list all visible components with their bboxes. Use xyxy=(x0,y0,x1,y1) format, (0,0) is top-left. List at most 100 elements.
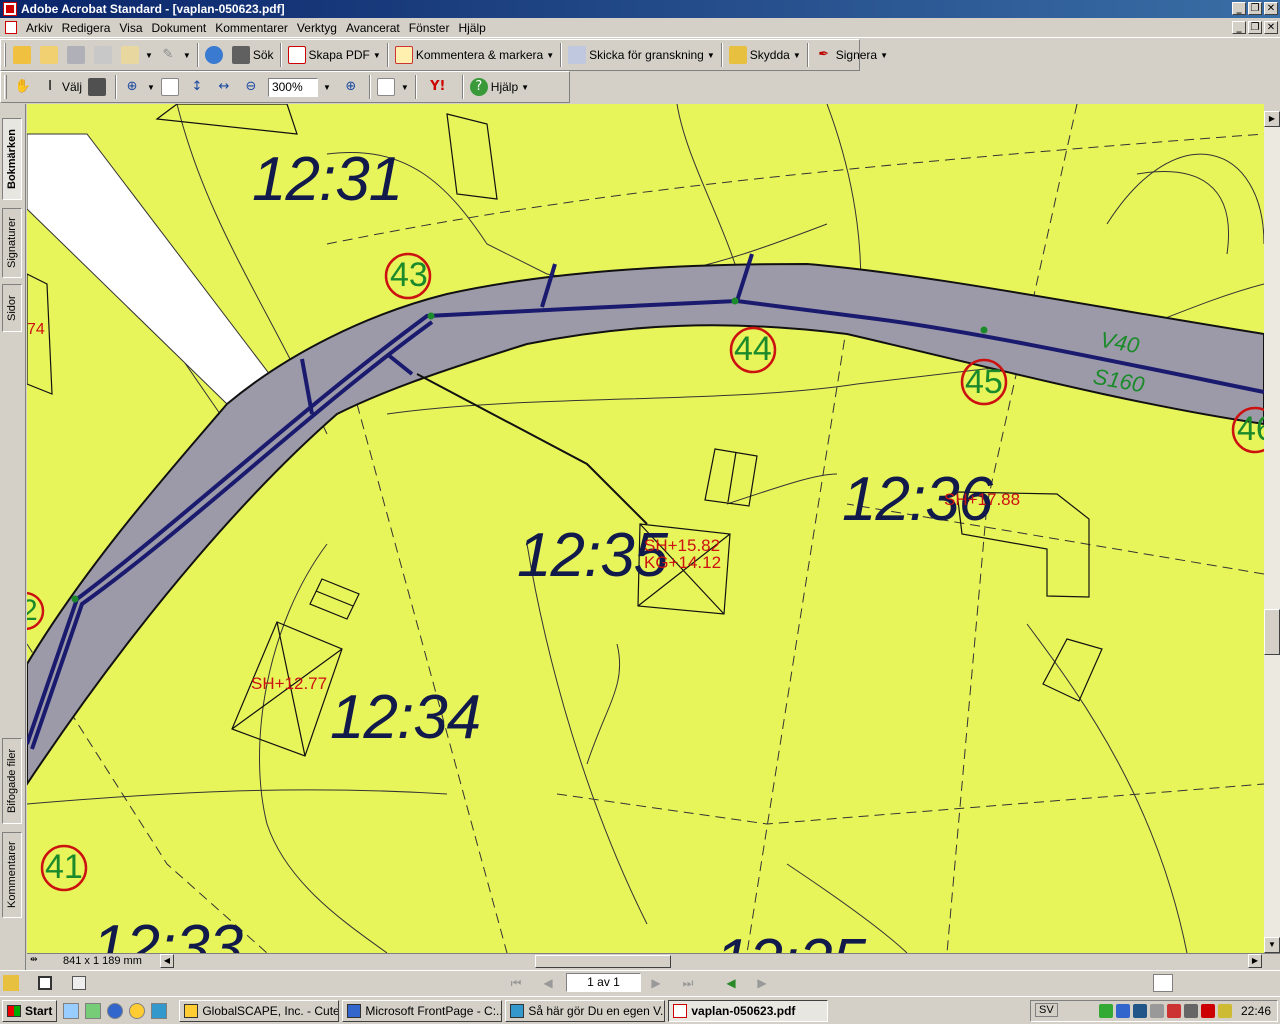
zoom-in-tool-button[interactable]: ⊕ ▼ xyxy=(120,75,158,99)
tab-comments[interactable]: Kommentarer xyxy=(2,832,22,918)
rotate-button[interactable]: ▼ xyxy=(374,75,412,99)
create-pdf-button[interactable]: Skapa PDF ▼ xyxy=(285,43,384,67)
zoom-in-button[interactable]: ⊕ xyxy=(339,75,366,99)
scroll-right-arrow[interactable]: ▶ xyxy=(1264,111,1280,127)
facing-layout-button[interactable] xyxy=(1219,974,1239,992)
tray-icon[interactable] xyxy=(1217,1004,1232,1018)
quicklaunch-app-icon[interactable] xyxy=(85,1002,102,1019)
help-button[interactable]: ? Hjälp ▼ xyxy=(467,75,532,99)
vertical-scroll-thumb[interactable] xyxy=(1264,609,1280,655)
menu-redigera[interactable]: Redigera xyxy=(59,21,117,35)
first-page-button[interactable]: ⏮ xyxy=(506,974,526,992)
menu-kommentarer[interactable]: Kommentarer xyxy=(212,21,294,35)
next-page-button[interactable]: ▶ xyxy=(646,974,666,992)
organizer-button[interactable] xyxy=(37,43,64,67)
doc-close-button[interactable]: ✕ xyxy=(1264,21,1278,34)
email-button[interactable]: ▼ xyxy=(118,43,156,67)
task-acrobat[interactable]: vaplan-050623.pdf xyxy=(668,999,829,1022)
marker-number: 46 xyxy=(1237,410,1264,448)
task-frontpage[interactable]: Microsoft FrontPage - C:... xyxy=(342,999,503,1022)
minimize-button[interactable]: _ xyxy=(1232,2,1246,15)
search-button[interactable]: Sök xyxy=(229,43,277,67)
tab-pages[interactable]: Sidor xyxy=(2,284,22,332)
tab-attachments[interactable]: Bifogade filer xyxy=(2,738,22,824)
single-page-layout-button[interactable] xyxy=(1153,974,1173,992)
print-button[interactable] xyxy=(91,43,118,67)
web-button[interactable] xyxy=(202,43,229,67)
help-icon: ? xyxy=(469,78,488,96)
forward-view-icon[interactable]: ▶ xyxy=(752,974,772,992)
menu-avancerat[interactable]: Avancerat xyxy=(343,21,406,35)
tray-icon[interactable] xyxy=(1183,1004,1198,1018)
prev-page-button[interactable]: ◀ xyxy=(538,974,558,992)
options-icon[interactable] xyxy=(3,975,19,991)
comment-markup-button[interactable]: Kommentera & markera ▼ xyxy=(392,43,557,67)
task-cuteftp[interactable]: GlobalSCAPE, Inc. - Cute... xyxy=(179,999,340,1022)
toolbar-grip[interactable] xyxy=(4,75,7,99)
tray-icon[interactable] xyxy=(1132,1004,1147,1018)
back-view-icon[interactable]: ◀ xyxy=(721,974,741,992)
doc-restore-button[interactable]: ❐ xyxy=(1248,21,1262,34)
marker-number: 44 xyxy=(734,330,772,368)
yahoo-button[interactable]: Y! xyxy=(420,75,459,99)
document-view[interactable]: 12:31 12:35 12:36 12:34 12:33 12:25 43 4… xyxy=(27,104,1264,953)
protect-button[interactable]: Skydda ▼ xyxy=(726,43,804,67)
send-review-button[interactable]: Skicka för granskning ▼ xyxy=(565,43,718,67)
zoom-dropdown-icon[interactable]: ▼ xyxy=(323,83,331,92)
menu-arkiv[interactable]: Arkiv xyxy=(23,21,59,35)
document-icon[interactable] xyxy=(5,21,17,34)
tray-icon[interactable] xyxy=(1149,1004,1164,1018)
page-size-label: 841 x 1 189 mm xyxy=(63,955,142,967)
fit-page-button[interactable]: ↕ xyxy=(185,75,212,99)
horizontal-scroll-thumb[interactable] xyxy=(535,955,671,968)
sign-button[interactable]: ✒ Signera ▼ xyxy=(812,43,891,67)
menu-hjalp[interactable]: Hjälp xyxy=(455,21,491,35)
tray-icon[interactable] xyxy=(1098,1004,1113,1018)
select-tool-button[interactable]: I Välj xyxy=(38,75,85,99)
hand-tool-button[interactable]: ✋ xyxy=(11,75,38,99)
tray-icon[interactable] xyxy=(1200,1004,1215,1018)
last-page-button[interactable]: ⏭ xyxy=(678,974,698,992)
single-page-icon[interactable] xyxy=(38,976,52,990)
media-player-icon[interactable] xyxy=(129,1002,146,1019)
organizer-icon xyxy=(40,46,58,64)
continuous-facing-layout-button[interactable] xyxy=(1252,974,1272,992)
chevron-down-icon: ▼ xyxy=(145,50,153,60)
scroll-right-button[interactable]: ▶ xyxy=(1248,954,1262,968)
scroll-down-arrow[interactable]: ▼ xyxy=(1264,937,1280,953)
close-button[interactable]: ✕ xyxy=(1264,2,1278,15)
menu-fonster[interactable]: Fönster xyxy=(406,21,456,35)
parcel-label: 12:33 xyxy=(92,913,243,953)
continuous-icon[interactable] xyxy=(72,976,86,990)
language-indicator[interactable]: SV xyxy=(1035,1003,1058,1017)
tab-signatures[interactable]: Signaturer xyxy=(2,208,22,278)
tray-icon[interactable] xyxy=(1115,1004,1130,1018)
show-desktop-icon[interactable] xyxy=(63,1002,80,1019)
resize-arrows-icon[interactable]: ⇹ xyxy=(30,955,38,965)
doc-minimize-button[interactable]: _ xyxy=(1232,21,1246,34)
quicklaunch-ie-icon[interactable] xyxy=(151,1002,168,1019)
vertical-scrollbar[interactable]: ▶ ▼ xyxy=(1264,111,1280,953)
toolbar-grip[interactable] xyxy=(4,43,6,67)
zoom-out-button[interactable]: ⊖ xyxy=(239,75,266,99)
fit-width-button[interactable]: ↔ xyxy=(212,75,239,99)
start-button[interactable]: Start xyxy=(2,999,58,1022)
internet-explorer-icon[interactable] xyxy=(107,1002,124,1019)
save-button[interactable] xyxy=(64,43,91,67)
scroll-left-arrow[interactable]: ◀ xyxy=(160,954,174,968)
zoom-input[interactable]: 300% xyxy=(267,77,318,97)
task-browser[interactable]: Så här gör Du en egen V... xyxy=(505,999,666,1022)
tray-icon[interactable] xyxy=(1166,1004,1181,1018)
page-number-input[interactable]: 1 av 1 xyxy=(566,973,641,992)
continuous-layout-button[interactable] xyxy=(1186,974,1206,992)
tab-bookmarks[interactable]: Bokmärken xyxy=(2,118,22,200)
chevron-down-icon: ▼ xyxy=(182,50,191,60)
attach-button[interactable]: ✎ ▼ xyxy=(156,43,194,67)
actual-size-button[interactable] xyxy=(158,75,185,99)
menu-dokument[interactable]: Dokument xyxy=(149,21,213,35)
snapshot-button[interactable] xyxy=(85,75,112,99)
open-button[interactable] xyxy=(10,43,37,67)
menu-verktyg[interactable]: Verktyg xyxy=(294,21,343,35)
restore-button[interactable]: ❐ xyxy=(1248,2,1262,15)
menu-visa[interactable]: Visa xyxy=(116,21,148,35)
